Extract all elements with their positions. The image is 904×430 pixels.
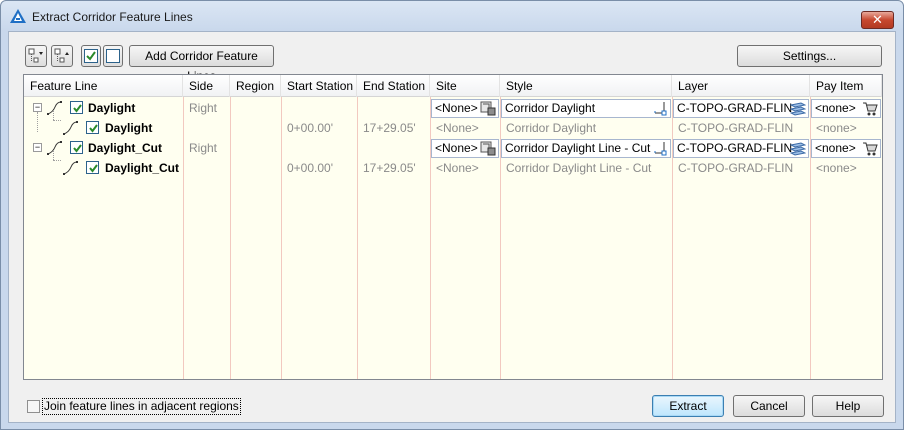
pay-item-cart-icon[interactable] — [862, 101, 878, 116]
site-cell: <None> — [436, 161, 479, 175]
table-row[interactable]: − Daylight Right <None> Corridor Dayligh… — [24, 98, 882, 118]
checkmark-icon — [89, 124, 98, 133]
help-button[interactable]: Help — [812, 395, 884, 417]
layer-value: C-TOPO-GRAD-FLIN — [677, 101, 793, 115]
collapse-node-icon[interactable]: − — [33, 143, 42, 152]
close-button[interactable]: ✕ — [861, 11, 894, 29]
layer-cell: C-TOPO-GRAD-FLIN — [678, 121, 794, 135]
expand-tree-icon — [28, 48, 43, 63]
layer-dropdown[interactable]: C-TOPO-GRAD-FLIN — [673, 139, 809, 158]
site-dropdown[interactable]: <None> — [431, 99, 499, 118]
check-all-button[interactable] — [81, 45, 101, 67]
style-value: Corridor Daylight Line - Cut — [505, 141, 651, 155]
end-station-cell: 17+29.05' — [363, 121, 416, 135]
pay-item-cart-icon[interactable] — [862, 141, 878, 156]
col-header-pay-item[interactable]: Pay Item — [810, 75, 882, 97]
grid-header: Feature Line Side Region Start Station E… — [24, 75, 882, 97]
layer-picker-icon[interactable] — [790, 141, 806, 156]
style-cell: Corridor Daylight Line - Cut — [506, 161, 652, 175]
col-header-style[interactable]: Style — [500, 75, 672, 97]
col-header-side[interactable]: Side — [183, 75, 230, 97]
feature-line-name: Daylight_Cut — [88, 141, 163, 155]
site-picker-icon[interactable] — [480, 141, 496, 156]
col-divider — [882, 97, 883, 380]
checkmark-icon — [89, 164, 98, 173]
title-bar: Extract Corridor Feature Lines ✕ — [1, 1, 903, 31]
collapse-all-button[interactable] — [51, 45, 73, 67]
include-checkbox[interactable] — [86, 121, 99, 134]
include-checkbox[interactable] — [86, 161, 99, 174]
style-dropdown[interactable]: Corridor Daylight — [501, 99, 671, 118]
layer-cell: C-TOPO-GRAD-FLIN — [678, 161, 794, 175]
start-station-cell: 0+00.00' — [287, 161, 334, 175]
extract-button[interactable]: Extract — [652, 395, 724, 417]
pay-item-value: <none> — [815, 141, 856, 155]
pay-item-dropdown[interactable]: <none> — [811, 99, 881, 118]
style-picker-icon[interactable] — [652, 101, 668, 116]
style-cell: Corridor Daylight — [506, 121, 597, 135]
style-value: Corridor Daylight — [505, 101, 596, 115]
feature-line-name: Daylight — [88, 101, 136, 115]
table-row[interactable]: − Daylight_Cut Right <None> Corridor Day… — [24, 138, 882, 158]
col-header-layer[interactable]: Layer — [672, 75, 810, 97]
dialog-body: Add Corridor Feature Lines Settings... F… — [8, 31, 896, 423]
pay-item-cell: <none> — [816, 161, 857, 175]
col-header-region[interactable]: Region — [230, 75, 281, 97]
col-header-end-station[interactable]: End Station — [357, 75, 430, 97]
side-cell: Right — [189, 101, 218, 115]
add-corridor-feature-lines-button[interactable]: Add Corridor Feature Lines — [129, 45, 274, 83]
layer-value: C-TOPO-GRAD-FLIN — [677, 141, 793, 155]
feature-line-icon — [47, 141, 62, 155]
close-icon: ✕ — [872, 12, 883, 27]
site-dropdown[interactable]: <None> — [431, 139, 499, 158]
pay-item-cell: <none> — [816, 121, 857, 135]
table-row[interactable]: Daylight_Cut 0+00.00' 17+29.05' <None> C… — [24, 158, 882, 178]
settings-button[interactable]: Settings... — [737, 45, 882, 67]
feature-line-icon — [47, 101, 62, 115]
expand-all-button[interactable] — [25, 45, 47, 67]
pay-item-dropdown[interactable]: <none> — [811, 139, 881, 158]
feature-line-name: Daylight_Cut — [105, 161, 180, 175]
feature-line-icon — [63, 121, 78, 135]
style-dropdown[interactable]: Corridor Daylight Line - Cut — [501, 139, 671, 158]
civil3d-app-icon — [10, 9, 26, 23]
feature-line-name: Daylight — [105, 121, 153, 135]
site-value: <None> — [435, 101, 478, 115]
site-cell: <None> — [436, 121, 479, 135]
dialog-window: Extract Corridor Feature Lines ✕ Add Cor… — [0, 0, 904, 430]
layer-picker-icon[interactable] — [790, 101, 806, 116]
site-value: <None> — [435, 141, 478, 155]
start-station-cell: 0+00.00' — [287, 121, 334, 135]
feature-lines-grid: Feature Line Side Region Start Station E… — [23, 74, 883, 380]
end-station-cell: 17+29.05' — [363, 161, 416, 175]
join-regions-checkbox[interactable] — [27, 400, 40, 413]
side-cell: Right — [189, 141, 218, 155]
window-title: Extract Corridor Feature Lines — [32, 10, 193, 24]
col-header-site[interactable]: Site — [430, 75, 500, 97]
join-regions-label[interactable]: Join feature lines in adjacent regions — [42, 398, 241, 415]
site-picker-icon[interactable] — [480, 101, 496, 116]
style-picker-icon[interactable] — [652, 141, 668, 156]
uncheck-all-button[interactable] — [103, 45, 123, 67]
collapse-node-icon[interactable]: − — [33, 103, 42, 112]
layer-dropdown[interactable]: C-TOPO-GRAD-FLIN — [673, 99, 809, 118]
feature-line-icon — [63, 161, 78, 175]
col-header-start-station[interactable]: Start Station — [281, 75, 357, 97]
table-row[interactable]: Daylight 0+00.00' 17+29.05' <None> Corri… — [24, 118, 882, 138]
checked-box-icon — [84, 49, 98, 63]
collapse-tree-icon — [54, 48, 69, 63]
cancel-button[interactable]: Cancel — [733, 395, 805, 417]
unchecked-box-icon — [106, 49, 120, 63]
pay-item-value: <none> — [815, 101, 856, 115]
col-header-feature-line[interactable]: Feature Line — [24, 75, 183, 97]
